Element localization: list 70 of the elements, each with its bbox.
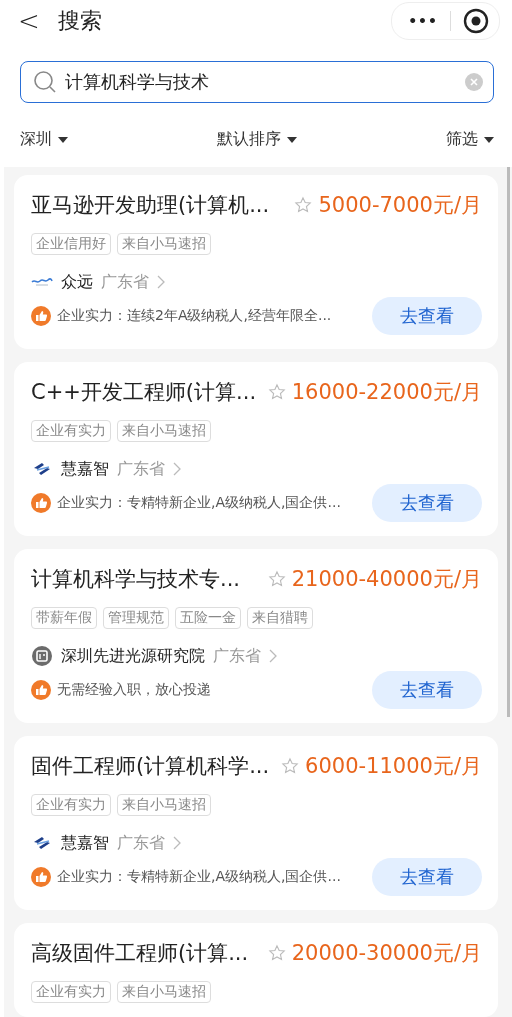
- job-card[interactable]: 计算机科学与技术专... 21000-40000元/月 带薪年假 管理规范 五险一金 来自猎聘 深圳先进光源研究院 广东省 无需经验入职，放心投递 去查看: [14, 549, 498, 723]
- thumbs-up-icon: [31, 867, 51, 887]
- job-card[interactable]: 固件工程师(计算机科学... 6000-11000元/月 企业有实力 来自小马速招 慧嘉智 广东省 企业实力：专精特新企业,A级纳税人,国企供... 去查看: [14, 736, 498, 910]
- job-tag: 来自小马速招: [117, 233, 211, 255]
- chevron-right-icon: [173, 462, 181, 476]
- search-icon: [33, 69, 57, 94]
- highlight-text: 无需经验入职，放心投递: [57, 681, 212, 699]
- view-button[interactable]: 去查看: [372, 858, 482, 896]
- region-label: 广东省: [117, 458, 165, 480]
- salary: 5000-7000元/月: [318, 192, 482, 219]
- filter-dropdown[interactable]: 筛选: [446, 129, 494, 151]
- view-button[interactable]: 去查看: [372, 297, 482, 335]
- company-name: 慧嘉智: [61, 458, 109, 480]
- job-title: 计算机科学与技术专...: [31, 566, 242, 593]
- company-name: 慧嘉智: [61, 832, 109, 854]
- job-card[interactable]: 亚马逊开发助理(计算机... 5000-7000元/月 企业信用好 来自小马速招 众远 广东省 企业实力：连续2年A级纳税人,经营年限全... 去查看: [14, 175, 498, 349]
- clear-icon[interactable]: [465, 72, 483, 91]
- chevron-right-icon: [269, 649, 277, 663]
- highlight-text: 企业实力：专精特新企业,A级纳税人,国企供...: [57, 494, 342, 512]
- more-button[interactable]: •••: [408, 12, 438, 29]
- chevron-right-icon: [173, 836, 181, 850]
- job-tag: 管理规范: [103, 607, 169, 629]
- job-tag: 来自小马速招: [117, 794, 211, 816]
- job-title: 高级固件工程师(计算...: [31, 940, 250, 967]
- view-button[interactable]: 去查看: [372, 671, 482, 709]
- job-tag: 来自猎聘: [247, 607, 313, 629]
- job-tag: 带薪年假: [31, 607, 97, 629]
- highlight-text: 企业实力：专精特新企业,A级纳税人,国企供...: [57, 868, 342, 886]
- highlight-text: 企业实力：连续2年A级纳税人,经营年限全...: [57, 307, 333, 325]
- star-icon[interactable]: [281, 757, 300, 775]
- star-icon[interactable]: [294, 196, 313, 214]
- job-tag: 企业有实力: [31, 981, 111, 1003]
- salary: 20000-30000元/月: [291, 940, 482, 967]
- job-tag: 来自小马速招: [117, 981, 211, 1003]
- building-icon: [31, 645, 53, 667]
- job-tag: 企业有实力: [31, 794, 111, 816]
- job-card[interactable]: 高级固件工程师(计算... 20000-30000元/月 企业有实力 来自小马速招: [14, 923, 498, 1017]
- job-tag: 五险一金: [175, 607, 241, 629]
- view-button[interactable]: 去查看: [372, 484, 482, 522]
- region-label: 广东省: [117, 832, 165, 854]
- page-title: 搜索: [57, 6, 103, 35]
- job-tag: 企业有实力: [31, 420, 111, 442]
- job-title: 固件工程师(计算机科学...: [31, 753, 271, 780]
- salary: 21000-40000元/月: [291, 566, 482, 593]
- thumbs-up-icon: [31, 306, 51, 326]
- thumbs-up-icon: [31, 493, 51, 513]
- thumbs-up-icon: [31, 680, 51, 700]
- chevron-right-icon: [157, 275, 165, 289]
- target-icon[interactable]: [463, 7, 489, 34]
- star-icon[interactable]: [267, 570, 286, 588]
- company-name: 众远: [61, 271, 93, 293]
- job-title: C++开发工程师(计算...: [31, 379, 258, 406]
- salary: 16000-22000元/月: [291, 379, 482, 406]
- region-label: 广东省: [213, 645, 261, 667]
- company-name: 深圳先进光源研究院: [61, 645, 205, 667]
- salary: 6000-11000元/月: [305, 753, 482, 780]
- dropdown-caret-icon: [484, 136, 494, 143]
- dropdown-caret-icon: [58, 136, 68, 143]
- star-icon[interactable]: [267, 383, 286, 401]
- search-field[interactable]: 计算机科学与技术: [20, 60, 494, 103]
- job-tag: 来自小马速招: [117, 420, 211, 442]
- dropdown-caret-icon: [287, 136, 297, 143]
- filter-dropdown[interactable]: 深圳: [20, 129, 68, 151]
- star-icon[interactable]: [267, 944, 286, 962]
- region-label: 广东省: [101, 271, 149, 293]
- job-tag: 企业信用好: [31, 233, 111, 255]
- job-title: 亚马逊开发助理(计算机...: [31, 192, 271, 219]
- back-button[interactable]: <: [18, 5, 40, 36]
- filter-dropdown[interactable]: 默认排序: [217, 129, 297, 151]
- job-card[interactable]: C++开发工程师(计算... 16000-22000元/月 企业有实力 来自小马速招 慧嘉智 广东省 企业实力：专精特新企业,A级纳税人,国企供... 去查看: [14, 362, 498, 536]
